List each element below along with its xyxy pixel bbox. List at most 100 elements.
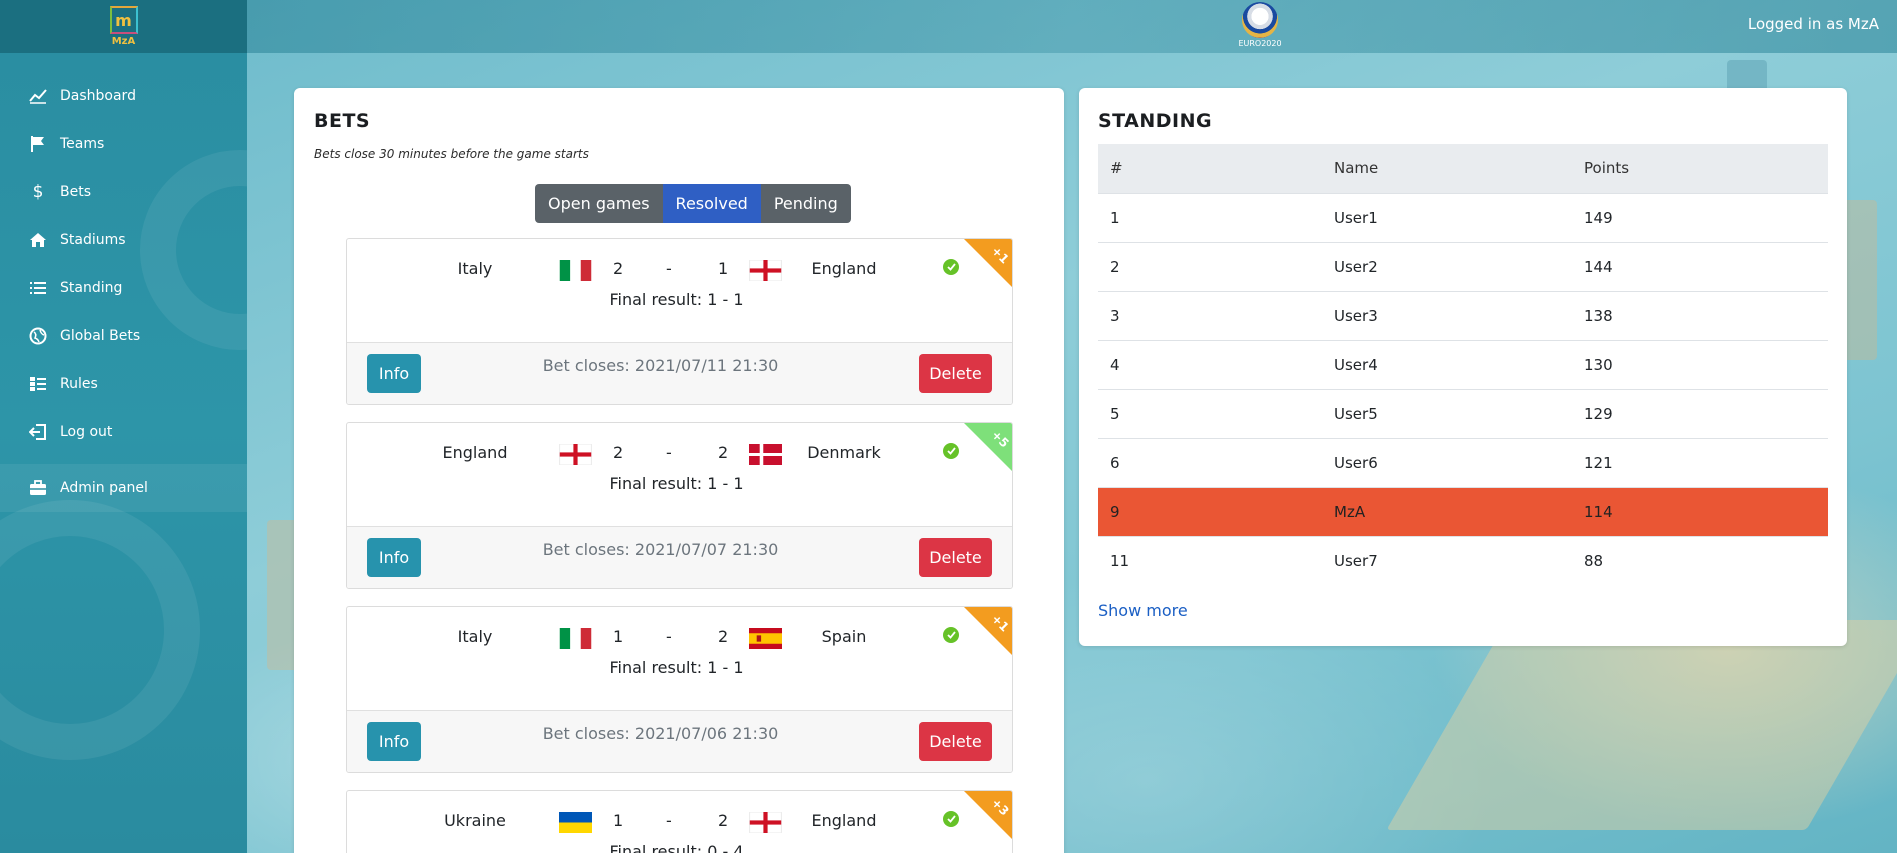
rank-cell: 1	[1098, 193, 1322, 243]
home-score: 2	[613, 443, 624, 462]
standing-card: STANDING # Name Points 1 User1 149 2 Use…	[1079, 88, 1847, 646]
logo-text: MzA	[111, 36, 136, 47]
bet-closes: Bet closes: 2021/07/07 21:30	[542, 540, 779, 559]
sidebar-item-label: Standing	[60, 280, 123, 296]
show-more-link[interactable]: Show more	[1098, 601, 1188, 620]
points-cell: 121	[1572, 438, 1828, 488]
delete-button[interactable]: Delete	[919, 354, 992, 393]
sidebar-item-label: Rules	[60, 376, 98, 392]
check-icon	[943, 811, 959, 827]
ukraine-flag-icon	[559, 812, 592, 833]
name-cell: User4	[1322, 340, 1572, 390]
column-points: Points	[1572, 144, 1828, 194]
logged-in-user[interactable]: Logged in as MzA	[1748, 15, 1879, 33]
delete-button[interactable]: Delete	[919, 538, 992, 577]
sidebar-item-label: Stadiums	[60, 232, 126, 248]
points-label: +5	[988, 427, 1012, 451]
logo-bar: m MzA	[0, 0, 247, 53]
away-team: England	[811, 259, 877, 278]
bets-card: BETS Bets close 30 minutes before the ga…	[294, 88, 1064, 853]
bet-card: Ukraine 1 - 2 England Final result: 0 - …	[346, 790, 1013, 853]
name-cell: User7	[1334, 551, 1378, 570]
table-row: 11 User7 88	[1098, 536, 1828, 585]
england-flag-icon	[749, 260, 782, 281]
away-team: Spain	[821, 627, 867, 646]
home-team: Italy	[457, 627, 493, 646]
chart-line-icon	[28, 86, 48, 106]
rank-cell: 6	[1098, 438, 1322, 488]
standing-title: STANDING	[1098, 110, 1213, 132]
sidebar-item-logout[interactable]: Log out	[0, 408, 247, 456]
sidebar-item-standing[interactable]: Standing	[0, 264, 247, 312]
column-name: Name	[1322, 144, 1572, 194]
points-cell: 144	[1572, 242, 1828, 292]
points-cell: 114	[1572, 487, 1828, 537]
sidebar-item-dashboard[interactable]: Dashboard	[0, 72, 247, 120]
name-cell: User6	[1322, 438, 1572, 488]
sidebar-nav: Dashboard Teams $ Bets Stadiums Standing	[0, 72, 247, 512]
table-row: 5 User5 129	[1098, 389, 1828, 439]
rank-cell: 3	[1098, 291, 1322, 341]
home-team: England	[442, 443, 508, 462]
points-label: +1	[988, 243, 1012, 267]
globe-icon	[28, 326, 48, 346]
euro2020-logo: EURO2020	[1235, 2, 1285, 52]
check-icon	[943, 259, 959, 275]
points-cell: 130	[1572, 340, 1828, 390]
delete-button[interactable]: Delete	[919, 722, 992, 761]
dollar-icon: $	[32, 182, 44, 202]
final-result: Final result: 1 - 1	[609, 474, 744, 493]
england-flag-icon	[749, 812, 782, 833]
check-icon	[943, 443, 959, 459]
sidebar-item-stadiums[interactable]: Stadiums	[0, 216, 247, 264]
standing-table: # Name Points 1 User1 149 2 User2 144 3 …	[1098, 144, 1828, 585]
score-separator: -	[666, 443, 672, 462]
name-cell: MzA	[1322, 487, 1572, 537]
name-cell: User2	[1322, 242, 1572, 292]
away-score: 2	[718, 443, 729, 462]
sidebar-item-label: Admin panel	[60, 480, 148, 496]
points-label: +1	[988, 611, 1012, 635]
tab-resolved[interactable]: Resolved	[662, 184, 761, 223]
sidebar-item-rules[interactable]: Rules	[0, 360, 247, 408]
sidebar-item-label: Log out	[60, 424, 113, 440]
bet-closes: Bet closes: 2021/07/11 21:30	[542, 356, 779, 375]
italy-flag-icon	[559, 260, 592, 281]
away-team: Denmark	[807, 443, 881, 462]
denmark-flag-icon	[749, 444, 782, 465]
column-rank: #	[1098, 144, 1322, 194]
points-ribbon: +5	[964, 423, 1012, 471]
bets-note: Bets close 30 minutes before the game st…	[314, 147, 589, 161]
sidebar-item-bets[interactable]: $ Bets	[0, 168, 247, 216]
points-ribbon: +3	[964, 791, 1012, 839]
tab-pending[interactable]: Pending	[760, 184, 851, 223]
table-row: 4 User4 130	[1098, 340, 1828, 390]
rules-list-icon	[28, 374, 48, 394]
sidebar-item-teams[interactable]: Teams	[0, 120, 247, 168]
rank-cell: 5	[1098, 389, 1322, 439]
away-score: 1	[718, 259, 729, 278]
points-cell: 138	[1572, 291, 1828, 341]
sidebar-item-admin-panel[interactable]: Admin panel	[0, 464, 247, 512]
sidebar-item-label: Teams	[60, 136, 105, 152]
home-team: Italy	[457, 259, 493, 278]
table-row: 1 User1 149	[1098, 193, 1828, 243]
sidebar-item-label: Dashboard	[60, 88, 136, 104]
points-label: +3	[988, 795, 1012, 819]
points-cell: 149	[1572, 193, 1828, 243]
england-flag-icon	[559, 444, 592, 465]
check-icon	[943, 627, 959, 643]
home-team: Ukraine	[444, 811, 506, 830]
rank-cell: 9	[1098, 487, 1322, 537]
name-cell: User1	[1322, 193, 1572, 243]
score-separator: -	[666, 811, 672, 830]
trophy-icon	[1242, 2, 1278, 38]
points-cell: 129	[1572, 389, 1828, 439]
table-header-row: # Name Points	[1098, 144, 1828, 194]
mza-logo[interactable]: m MzA	[108, 3, 140, 51]
home-icon	[28, 230, 48, 250]
table-row: 6 User6 121	[1098, 438, 1828, 488]
tab-open-games[interactable]: Open games	[535, 184, 663, 223]
score-separator: -	[666, 259, 672, 278]
sidebar-item-global-bets[interactable]: Global Bets	[0, 312, 247, 360]
